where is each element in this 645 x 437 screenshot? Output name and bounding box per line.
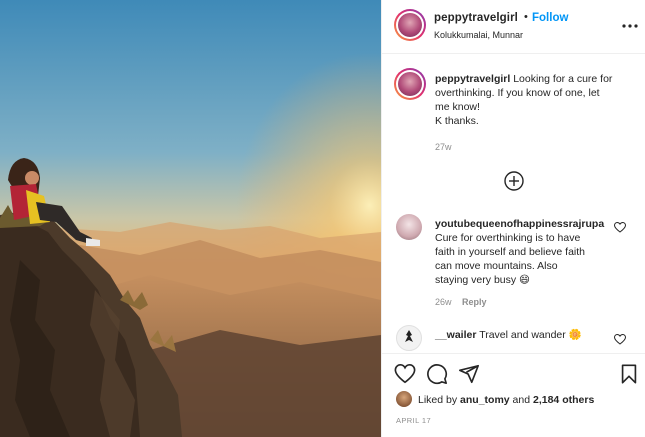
comment-heart-icon[interactable] [613,221,627,233]
reply-button[interactable]: Reply [462,297,487,307]
follow-button[interactable]: Follow [532,12,568,24]
post-caption: peppytravelgirl Looking for a cure for o… [435,72,640,128]
comment-icon[interactable] [426,363,448,385]
bookmark-icon[interactable] [618,363,640,385]
paper-plane-icon[interactable] [458,363,480,385]
comment-username[interactable]: youtubequeenofhappinessrajrupa [435,217,615,231]
post-location[interactable]: Kolukkumalai, Munnar [434,30,523,40]
caption-text-line: me know! [435,101,480,113]
comment-text-line: Cure for overthinking is to have [435,232,581,244]
liker-avatar[interactable] [396,391,412,407]
author-avatar[interactable] [394,9,426,41]
comment-item: __wailer Travel and wander 🌼 [435,328,582,341]
photo-illustration [0,0,381,437]
caption-username[interactable]: peppytravelgirl [435,73,510,85]
caption-text-line: overthinking. If you know of one, let [435,87,600,99]
post-photo[interactable] [0,0,381,437]
comment-avatar[interactable] [396,325,422,351]
comment-avatar[interactable] [396,214,422,240]
liker-username[interactable]: anu_tomy [460,394,510,406]
ellipsis-icon[interactable] [620,18,640,34]
post-header: peppytravelgirl • Follow Kolukkumalai, M… [382,0,645,54]
comment-text: Travel and wander 🌼 [479,329,582,341]
post-actions: Liked by anu_tomy and 2,184 others APRIL… [382,353,645,437]
comment-item: youtubequeenofhappinessrajrupa Cure for … [435,217,615,287]
likes-prefix: Liked by [418,394,458,406]
post-date[interactable]: APRIL 17 [396,416,431,425]
caption-text-line: K thanks. [435,115,479,127]
heart-icon[interactable] [394,363,416,385]
comment-heart-icon[interactable] [613,333,627,345]
likes-summary: Liked by anu_tomy and 2,184 others [418,394,594,406]
comment-username[interactable]: __wailer [435,329,476,341]
post-panel: peppytravelgirl • Follow Kolukkumalai, M… [381,0,645,437]
plus-circle-icon[interactable] [503,170,525,192]
likes-others-link[interactable]: 2,184 others [533,394,594,406]
caption-text-line: Looking for a cure for [513,73,613,85]
comment-text-line: staying very busy 😄 [435,274,530,286]
separator-dot: • [524,11,528,23]
comment-text-line: can move mountains. Also [435,260,558,272]
caption-timestamp[interactable]: 27w [435,142,452,152]
caption-avatar[interactable] [394,68,426,100]
comment-timestamp[interactable]: 26w [435,297,452,307]
author-username[interactable]: peppytravelgirl [434,12,518,24]
comment-text-line: faith in yourself and believe faith [435,246,586,258]
likes-joiner: and [512,394,531,406]
